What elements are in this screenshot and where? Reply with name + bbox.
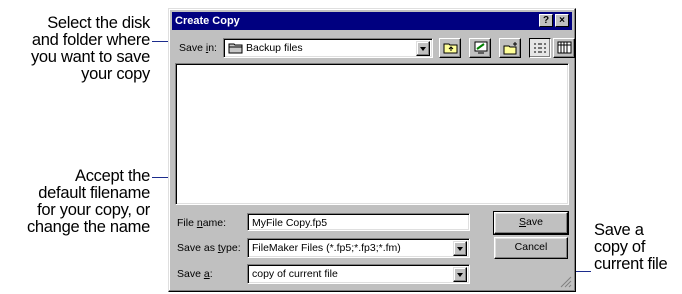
save-as-type-value: FileMaker Files (*.fp5;*.fp3;*.fm) [252,242,401,254]
save-a-label: Save a: [177,268,213,280]
help-icon: ? [542,15,550,26]
save-a-dropdown-arrow[interactable] [453,267,467,282]
new-folder-button[interactable] [499,38,521,58]
new-folder-icon [503,42,517,55]
callout-save-a: Save a copy of current file [594,221,668,273]
close-button[interactable]: × [555,14,569,27]
save-in-label: Save in: [179,42,217,54]
up-one-level-button[interactable] [439,38,461,58]
close-icon: × [559,15,565,26]
file-name-label: File name: [177,217,227,229]
save-as-type-dropdown[interactable]: FileMaker Files (*.fp5;*.fp3;*.fm) [247,238,470,258]
save-a-dropdown[interactable]: copy of current file [247,264,470,284]
file-name-input[interactable]: MyFile Copy.fp5 [247,213,470,231]
desktop-icon [474,41,488,54]
details-view-icon [557,41,572,54]
callout-file-name: Accept the default filename for your cop… [26,167,150,236]
file-list-pane[interactable] [175,63,569,205]
dialog-title: Create Copy [175,15,240,27]
create-copy-dialog: Create Copy ? × Save in: Backup files Fi… [168,8,576,292]
up-one-level-icon [443,43,458,54]
callout-save-in: Select the disk and folder where you wan… [30,14,150,83]
file-name-value: MyFile Copy.fp5 [252,217,328,229]
help-button[interactable]: ? [539,14,553,27]
folder-icon [228,43,243,54]
save-in-value: Backup files [246,42,303,54]
resize-grip-icon[interactable] [560,276,572,288]
list-view-button[interactable] [529,38,551,58]
save-button[interactable]: Save [493,211,569,235]
details-view-button[interactable] [553,38,575,58]
save-as-type-dropdown-arrow[interactable] [453,241,467,256]
save-a-value: copy of current file [252,268,338,280]
save-in-dropdown[interactable]: Backup files [223,38,433,58]
desktop-button[interactable] [469,38,491,58]
save-in-dropdown-arrow[interactable] [416,41,430,56]
save-as-type-label: Save as type: [177,242,241,254]
title-bar: Create Copy ? × [172,12,572,30]
cancel-button[interactable]: Cancel [494,237,568,259]
list-view-icon [534,43,546,53]
